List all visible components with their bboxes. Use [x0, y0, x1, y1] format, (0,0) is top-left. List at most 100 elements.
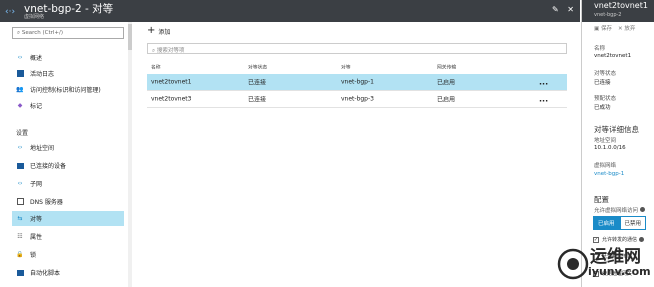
search-input[interactable]: ⌕ Search (Ctrl+/)	[12, 27, 124, 39]
cell-status: 已连接	[248, 79, 267, 87]
menu-item-label: 对等	[30, 216, 43, 223]
menu-item-label: 概述	[30, 55, 43, 62]
menu-item-overview[interactable]: ‹› 概述	[12, 50, 124, 65]
provisioning-label: 预配状态	[594, 96, 617, 102]
cell-name: vnet2tovnet1	[151, 78, 192, 86]
cell-peer: vnet-bgp-3	[341, 95, 374, 103]
menu-item-label: 属性	[30, 234, 43, 241]
menu-scrollbar[interactable]	[128, 22, 132, 287]
address-space-label: 地址空间	[594, 138, 617, 144]
save-label: 保存	[600, 26, 612, 32]
cell-status: 已连接	[248, 96, 267, 104]
more-icon[interactable]: ...	[539, 95, 548, 104]
status-value: 已连接	[594, 80, 611, 86]
peerings-table: 名称 对等状态 对等 网关传输 vnet2tovnet1 已连接 vnet-bg…	[147, 60, 567, 108]
watermark: 运维网 iyunv.com	[556, 240, 654, 287]
filter-input[interactable]: ⌕ 搜索对等项	[147, 43, 567, 54]
discard-label: 放弃	[624, 26, 636, 32]
toggle-enabled[interactable]: 已启用	[593, 216, 620, 230]
menu-item-automation-script[interactable]: 自动化脚本	[12, 265, 124, 280]
allow-access-label: 允许虚拟网络访问	[594, 206, 646, 214]
menu-item-label: 标记	[30, 103, 43, 110]
tag-icon: ◆	[17, 102, 23, 109]
allow-access-toggle[interactable]: 已启用 已禁用	[593, 216, 647, 230]
save-button[interactable]: ▣ 保存	[594, 24, 612, 32]
menu-item-address-space[interactable]: ‹› 地址空间	[12, 140, 124, 155]
resource-menu: ⌕ Search (Ctrl+/) ‹› 概述 活动日志 👥 访问控制(标识和访…	[0, 22, 132, 287]
menu-item-dns-servers[interactable]: DNS 服务器	[12, 194, 124, 209]
menu-item-label: 地址空间	[30, 145, 55, 152]
address-space-icon: ‹›	[17, 144, 23, 151]
add-button[interactable]: + 添加	[147, 26, 170, 36]
close-icon[interactable]: ✕	[567, 5, 574, 14]
menu-item-access-control[interactable]: 👥 访问控制(标识和访问管理)	[12, 82, 124, 97]
overview-icon: ‹›	[17, 54, 23, 61]
allow-access-text: 允许虚拟网络访问	[594, 208, 639, 214]
menu-item-tags[interactable]: ◆ 标记	[12, 98, 124, 113]
column-header-peer[interactable]: 对等	[341, 64, 351, 71]
name-value: vnet2tovnet1	[594, 53, 632, 59]
discard-icon: ✕	[617, 26, 623, 32]
more-icon[interactable]: ...	[539, 78, 548, 87]
menu-item-label: 锁	[30, 252, 37, 259]
toggle-disabled[interactable]: 已禁用	[619, 216, 647, 230]
menu-scrollbar-thumb[interactable]	[128, 24, 132, 50]
lock-icon: 🔒	[16, 251, 24, 258]
connected-devices-icon	[16, 162, 24, 170]
cell-name: vnet2tovnet3	[151, 95, 192, 103]
menu-item-activity-log[interactable]: 活动日志	[12, 66, 124, 81]
column-header-gateway[interactable]: 网关传输	[437, 64, 456, 71]
peering-icon: ⇆	[17, 215, 23, 222]
menu-item-label: 自动化脚本	[30, 270, 61, 277]
column-header-status[interactable]: 对等状态	[248, 64, 267, 71]
filter-placeholder: 搜索对等项	[156, 47, 185, 54]
cell-gateway: 已启用	[437, 96, 456, 104]
search-placeholder: Search (Ctrl+/)	[21, 30, 64, 36]
vnet-label: 虚拟网络	[594, 163, 617, 169]
access-control-icon: 👥	[16, 86, 24, 93]
menu-item-connected-devices[interactable]: 已连接的设备	[12, 158, 124, 173]
vnet-link[interactable]: vnet-bgp-1	[594, 171, 624, 177]
save-icon: ▣	[594, 26, 600, 32]
menu-item-locks[interactable]: 🔒 锁	[12, 247, 124, 262]
blade-header: ‹·› vnet-bgp-2 - 对等 虚拟网络 ✎ ✕	[0, 0, 580, 22]
watermark-text: 运维网	[590, 247, 641, 267]
pin-icon[interactable]: ✎	[552, 5, 559, 14]
details-title: 对等详细信息	[594, 125, 639, 134]
peerings-content: + 添加 ⌕ 搜索对等项 名称 对等状态 对等 网关传输 vnet2tovnet…	[133, 22, 580, 287]
name-label: 名称	[594, 46, 606, 52]
menu-item-properties[interactable]: ☷ 属性	[12, 229, 124, 244]
dns-icon	[16, 198, 24, 206]
activity-log-icon	[16, 70, 24, 78]
table-header: 名称 对等状态 对等 网关传输	[147, 60, 567, 74]
properties-icon: ☷	[17, 233, 23, 240]
pane-subtitle: vnet-bgp-2	[594, 12, 622, 18]
menu-item-peerings[interactable]: ⇆ 对等	[12, 211, 124, 226]
watermark-url: iyunv.com	[588, 265, 651, 278]
pane-title: vnet2tovnet1	[594, 1, 648, 10]
subnet-icon: ‹›	[17, 180, 23, 187]
column-header-name[interactable]: 名称	[151, 64, 161, 71]
menu-item-subnets[interactable]: ‹› 子网	[12, 176, 124, 191]
virtual-network-icon: ‹·›	[5, 7, 15, 17]
automation-script-icon	[16, 269, 24, 277]
table-row[interactable]: vnet2tovnet3 已连接 vnet-bgp-3 已启用 ...	[147, 91, 567, 108]
menu-item-label: 活动日志	[30, 71, 55, 78]
menu-item-label: DNS 服务器	[30, 199, 63, 206]
address-space-value: 10.1.0.0/16	[594, 145, 626, 151]
search-icon: ⌕	[17, 30, 21, 36]
cell-gateway: 已启用	[437, 79, 456, 87]
watermark-logo-icon	[557, 248, 589, 280]
page-subtitle: 虚拟网络	[24, 14, 45, 20]
svg-text:‹·›: ‹·›	[5, 7, 15, 17]
config-title: 配置	[594, 195, 609, 204]
menu-item-label: 已连接的设备	[30, 163, 67, 170]
menu-item-label: 访问控制(标识和访问管理)	[30, 87, 101, 94]
pane-header: vnet2tovnet1 vnet-bgp-2	[582, 0, 654, 22]
table-row[interactable]: vnet2tovnet1 已连接 vnet-bgp-1 已启用 ...	[147, 74, 567, 91]
discard-button[interactable]: ✕ 放弃	[618, 24, 635, 32]
cell-peer: vnet-bgp-1	[341, 78, 374, 86]
plus-icon: +	[147, 25, 156, 36]
add-button-label: 添加	[158, 28, 171, 36]
search-icon: ⌕	[152, 47, 156, 54]
